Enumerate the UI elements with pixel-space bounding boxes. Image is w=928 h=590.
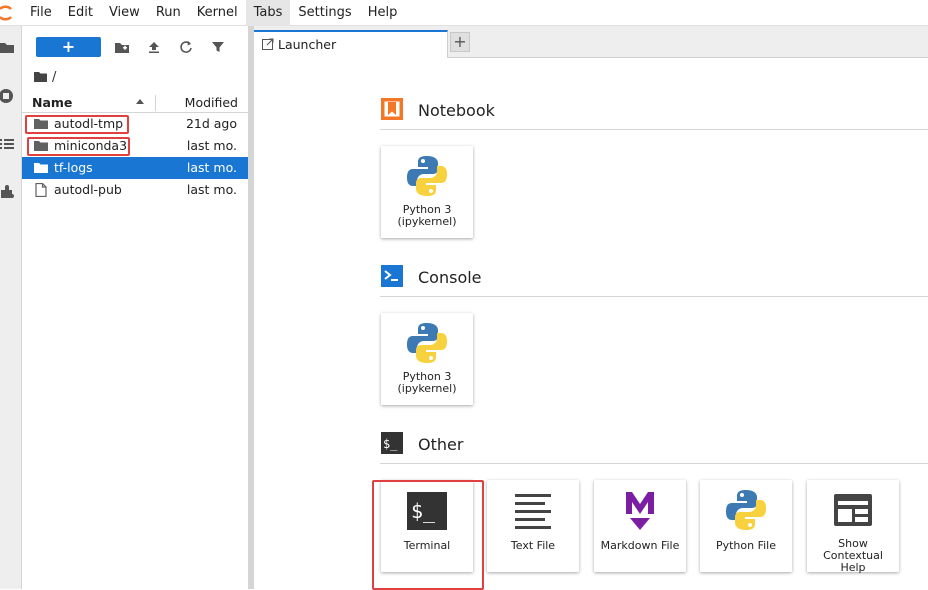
breadcrumb-root[interactable]: /	[52, 70, 56, 85]
console-icon	[381, 265, 403, 287]
column-name[interactable]: Name	[32, 95, 72, 110]
sort-ascending-icon	[136, 99, 144, 104]
file-row-selected[interactable]: tf-logs last mo.	[22, 157, 248, 179]
section-divider	[380, 129, 928, 130]
notebook-python3-card[interactable]: Python 3 (ipykernel)	[381, 146, 473, 238]
file-icon	[35, 183, 47, 197]
notebook-icon	[381, 98, 403, 120]
activity-bar	[0, 26, 22, 589]
breadcrumb: /	[34, 69, 56, 85]
file-modified: last mo.	[186, 138, 237, 153]
menu-file[interactable]: File	[20, 0, 60, 26]
file-browser: + / Name Modified autodl-tmp 21d ago min…	[22, 26, 248, 589]
extension-icon[interactable]	[0, 184, 16, 200]
tab-bar: Launcher +	[254, 26, 928, 58]
card-label: Text File	[510, 539, 556, 552]
menu-help[interactable]: Help	[360, 0, 406, 26]
file-modified: 21d ago	[185, 116, 237, 131]
contextual-help-icon	[834, 494, 872, 526]
file-modified: last mo.	[186, 160, 237, 175]
menu-kernel[interactable]: Kernel	[189, 0, 246, 26]
svg-text:$_: $_	[383, 437, 398, 451]
column-modified[interactable]: Modified	[185, 95, 238, 110]
section-divider	[380, 463, 928, 464]
section-title-console: Console	[418, 268, 482, 287]
markdown-file-card[interactable]: Markdown File	[594, 480, 686, 572]
menu-view[interactable]: View	[101, 0, 148, 26]
file-modified: last mo.	[186, 182, 237, 197]
main-area: Launcher + Notebook Python 3 (ipykernel)	[254, 26, 928, 590]
text-file-icon	[515, 494, 551, 529]
new-folder-icon[interactable]	[114, 39, 130, 55]
python-icon	[407, 156, 447, 196]
text-file-card[interactable]: Text File	[487, 480, 579, 572]
launcher-panel: Notebook Python 3 (ipykernel) Console Py…	[254, 58, 928, 590]
section-title-other: Other	[418, 435, 464, 454]
file-list-header: Name Modified	[22, 93, 248, 113]
card-label: Markdown File	[600, 539, 680, 552]
highlight-box	[372, 480, 484, 590]
folder-icon[interactable]	[0, 40, 16, 56]
highlight-box	[25, 115, 129, 134]
card-label: Python 3 (ipykernel)	[397, 203, 457, 228]
file-name: autodl-pub	[54, 182, 122, 197]
section-divider	[380, 296, 928, 297]
refresh-icon[interactable]	[178, 39, 194, 55]
section-title-notebook: Notebook	[418, 101, 495, 120]
running-icon[interactable]	[0, 88, 16, 104]
filter-icon[interactable]	[210, 39, 226, 55]
tab-label: Launcher	[278, 37, 337, 52]
file-row[interactable]: autodl-pub last mo.	[22, 179, 248, 201]
card-label: Show Contextual Help	[823, 537, 883, 574]
file-name: tf-logs	[54, 160, 93, 175]
python-file-card[interactable]: Python File	[700, 480, 792, 572]
card-label: Python 3 (ipykernel)	[397, 370, 457, 395]
upload-icon[interactable]	[146, 39, 162, 55]
add-tab-button[interactable]: +	[450, 32, 470, 52]
python-icon	[407, 323, 447, 363]
file-browser-toolbar: +	[22, 36, 248, 58]
python-icon	[726, 490, 766, 530]
markdown-icon	[626, 492, 654, 530]
folder-icon	[34, 163, 48, 173]
launcher-icon	[262, 38, 274, 50]
menu-tabs[interactable]: Tabs	[245, 0, 291, 26]
column-divider[interactable]	[155, 95, 156, 111]
jupyter-logo-icon[interactable]	[0, 0, 20, 26]
menu-run[interactable]: Run	[148, 0, 189, 26]
highlight-box	[27, 137, 130, 156]
menu-bar: File Edit View Run Kernel Tabs Settings …	[0, 0, 928, 26]
console-python3-card[interactable]: Python 3 (ipykernel)	[381, 313, 473, 405]
contextual-help-card[interactable]: Show Contextual Help	[807, 480, 899, 574]
toc-icon[interactable]	[0, 136, 16, 152]
menu-settings[interactable]: Settings	[290, 0, 359, 26]
card-label: Python File	[715, 539, 777, 552]
menu-edit[interactable]: Edit	[60, 0, 101, 26]
tab-launcher[interactable]: Launcher	[254, 30, 448, 58]
other-terminal-icon: $_	[381, 432, 403, 454]
new-launcher-button[interactable]: +	[36, 37, 101, 57]
folder-icon[interactable]	[34, 71, 48, 83]
